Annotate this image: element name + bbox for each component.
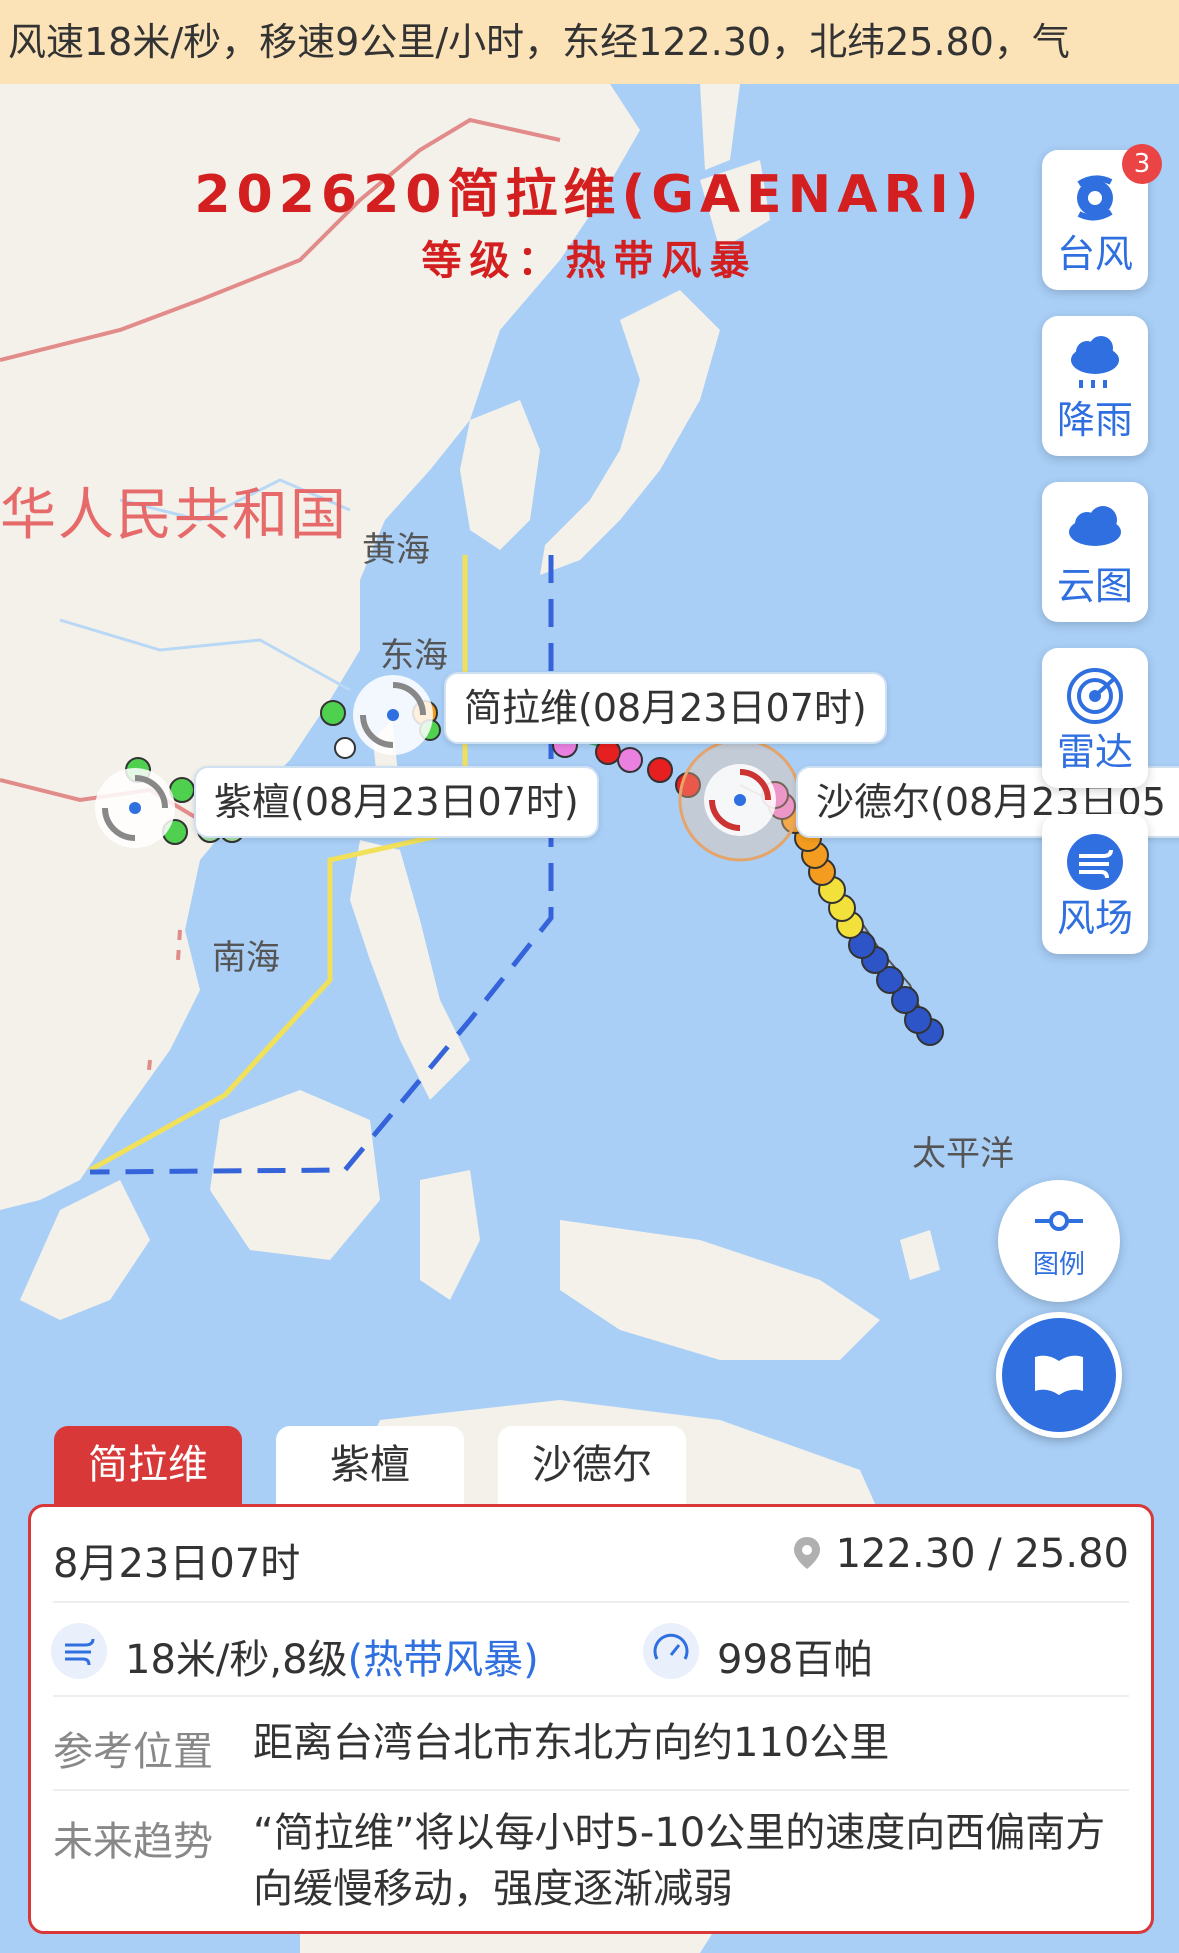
tab-shadeer[interactable]: 沙德尔 xyxy=(498,1426,686,1510)
legend-button-label: 图例 xyxy=(1032,1250,1085,1280)
divider xyxy=(53,1601,1129,1603)
typhoon-symbol-zitan xyxy=(95,768,175,848)
typhoon-button-label: 台风 xyxy=(1056,232,1133,276)
pressure: 998百帕 xyxy=(717,1637,874,1683)
wind-icon xyxy=(1067,834,1123,890)
typhoon-button[interactable]: 3 台风 xyxy=(1042,144,1162,290)
tab-zitan[interactable]: 紫檀 xyxy=(276,1426,464,1510)
divider xyxy=(53,1789,1129,1791)
sea-label-yellow: 黄海 xyxy=(362,530,430,570)
typhoon-symbol-shadeer xyxy=(704,764,776,836)
storm-grade: 等级：热带风暴 xyxy=(421,238,758,284)
wind-field-button-label: 风场 xyxy=(1056,896,1133,940)
wind-field-button[interactable]: 风场 xyxy=(1042,814,1148,954)
legend-icon xyxy=(1035,1211,1083,1231)
radar-icon xyxy=(1067,668,1123,724)
storm-title: 202620简拉维(GAENARI) xyxy=(194,165,985,225)
future-trend-label: 未来趋势 xyxy=(53,1819,213,1865)
divider xyxy=(53,1695,1129,1697)
cloud-button[interactable]: 云图 xyxy=(1042,482,1148,622)
ocean-label-pacific: 太平洋 xyxy=(912,1134,1014,1174)
future-trend-value: “简拉维”将以每小时5-10公里的速度向西偏南方向缓慢移动，强度逐渐减弱 xyxy=(253,1810,1106,1912)
reference-location-value: 距离台湾台北市东北方向约110公里 xyxy=(253,1720,890,1766)
observation-time: 8月23日07时 xyxy=(53,1541,301,1587)
typhoon-symbol-gaenari xyxy=(353,675,433,755)
wind-speed-icon xyxy=(65,1638,95,1666)
rain-button[interactable]: 降雨 xyxy=(1042,316,1148,456)
wind-speed: 18米/秒,8级(热带风暴) xyxy=(125,1627,539,1685)
sea-label-east: 东海 xyxy=(380,636,448,676)
radar-button[interactable]: 雷达 xyxy=(1042,648,1148,788)
cloud-button-label: 云图 xyxy=(1056,564,1133,608)
storm-info-ticker: 风速18米/秒，移速9公里/小时，东经122.30，北纬25.80，气 xyxy=(0,0,1179,84)
guide-button[interactable] xyxy=(996,1312,1122,1438)
wind-speed-icon-wrap xyxy=(51,1623,107,1679)
tooltip-zitan[interactable]: 紫檀(08月23日07时) xyxy=(194,766,599,838)
tab-gaenari[interactable]: 简拉维 xyxy=(54,1426,242,1510)
coordinates-value: 122.30 / 25.80 xyxy=(835,1531,1129,1577)
coordinates: 122.30 / 25.80 xyxy=(792,1531,1129,1577)
book-icon xyxy=(1035,1355,1083,1395)
typhoon-icon xyxy=(1077,175,1113,221)
typhoon-count-badge: 3 xyxy=(1122,144,1162,184)
country-label: 华人民共和国 xyxy=(0,483,348,548)
location-pin-icon xyxy=(793,1537,820,1569)
wind-speed-value: 18米/秒,8级 xyxy=(125,1637,348,1683)
radar-button-label: 雷达 xyxy=(1056,730,1133,774)
legend-button[interactable]: 图例 xyxy=(998,1180,1120,1302)
pressure-gauge-icon xyxy=(653,1633,689,1660)
storm-grade-text: (热带风暴) xyxy=(347,1637,539,1683)
pressure-icon-wrap xyxy=(643,1623,699,1679)
reference-location-label: 参考位置 xyxy=(53,1729,213,1775)
rain-cloud-icon xyxy=(1071,336,1119,388)
sea-label-south: 南海 xyxy=(212,938,280,978)
typhoon-info-panel: 8月23日07时 122.30 / 25.80 18米/秒,8级(热带风暴) 9… xyxy=(28,1504,1154,1934)
rain-button-label: 降雨 xyxy=(1056,398,1133,442)
cloud-icon xyxy=(1069,506,1121,546)
tooltip-gaenari[interactable]: 简拉维(08月23日07时) xyxy=(444,672,887,744)
